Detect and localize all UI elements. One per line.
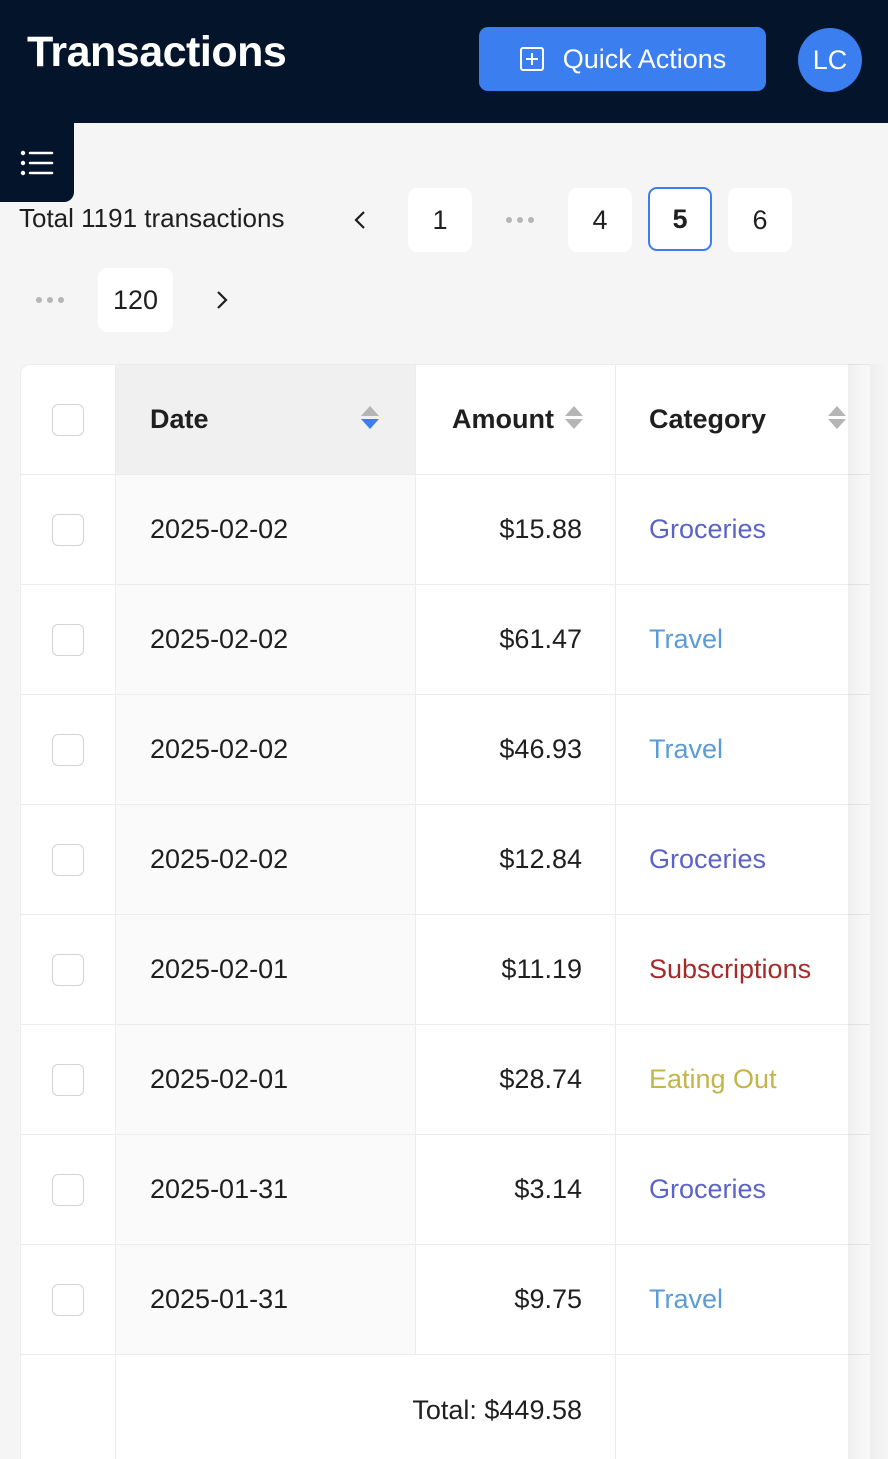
total-count: Total 1191 transactions — [19, 203, 285, 233]
amount-cell: $46.93 — [416, 695, 616, 804]
column-header-label: Date — [150, 404, 209, 434]
date-cell: 2025-02-02 — [116, 585, 416, 694]
table-row[interactable]: 2025-02-02 $46.93 Travel — [21, 695, 870, 805]
sort-icon — [361, 406, 379, 429]
category-cell[interactable]: Groceries — [616, 1135, 870, 1244]
row-checkbox[interactable] — [52, 733, 84, 766]
select-all-cell — [21, 365, 116, 474]
table-row[interactable]: 2025-01-31 $3.14 Groceries — [21, 1135, 870, 1245]
date-cell: 2025-02-02 — [116, 475, 416, 584]
chevron-left-icon — [354, 211, 365, 229]
row-checkbox[interactable] — [52, 1063, 84, 1096]
quick-actions-button[interactable]: Quick Actions — [479, 27, 766, 91]
row-select-cell — [21, 805, 116, 914]
table-header-row: Date Amount Category — [21, 365, 870, 475]
column-header-label: Amount — [452, 404, 554, 434]
date-cell: 2025-02-01 — [116, 915, 416, 1024]
table-footer-row: Total: $449.58 — [21, 1355, 870, 1459]
amount-cell: $61.47 — [416, 585, 616, 694]
category-cell[interactable]: Subscriptions — [616, 915, 870, 1024]
date-cell: 2025-02-02 — [116, 695, 416, 804]
table-row[interactable]: 2025-02-02 $15.88 Groceries — [21, 475, 870, 585]
row-select-cell — [21, 475, 116, 584]
row-select-cell — [21, 1245, 116, 1354]
date-cell: 2025-01-31 — [116, 1245, 416, 1354]
table-row[interactable]: 2025-02-01 $11.19 Subscriptions — [21, 915, 870, 1025]
footer-empty-cell — [21, 1355, 116, 1459]
row-checkbox[interactable] — [52, 1283, 84, 1316]
table-row[interactable]: 2025-01-31 $9.75 Travel — [21, 1245, 870, 1355]
transactions-table: Date Amount Category 2025-02-02 $15.88 Gro… — [20, 364, 870, 1459]
page-title: Transactions — [27, 28, 287, 76]
footer-total: Total: $449.58 — [116, 1355, 616, 1459]
row-checkbox[interactable] — [52, 513, 84, 546]
page-5-button[interactable]: 5 — [648, 187, 712, 251]
ellipsis-icon[interactable] — [30, 268, 70, 332]
ellipsis-icon[interactable] — [500, 188, 540, 252]
chevron-right-icon — [217, 291, 228, 309]
row-checkbox[interactable] — [52, 1173, 84, 1206]
date-cell: 2025-02-01 — [116, 1025, 416, 1134]
plus-square-icon — [519, 47, 544, 71]
table-row[interactable]: 2025-02-01 $28.74 Eating Out — [21, 1025, 870, 1135]
amount-cell: $11.19 — [416, 915, 616, 1024]
amount-cell: $3.14 — [416, 1135, 616, 1244]
table-row[interactable]: 2025-02-02 $61.47 Travel — [21, 585, 870, 695]
select-all-checkbox[interactable] — [52, 403, 84, 436]
page-120-button[interactable]: 120 — [98, 268, 173, 332]
category-cell[interactable]: Travel — [616, 1245, 870, 1354]
category-cell[interactable]: Travel — [616, 695, 870, 804]
amount-cell: $12.84 — [416, 805, 616, 914]
quick-actions-label: Quick Actions — [562, 43, 727, 74]
column-header-category[interactable]: Category — [616, 365, 870, 474]
sort-icon — [565, 406, 583, 429]
category-cell[interactable]: Groceries — [616, 475, 870, 584]
column-header-date[interactable]: Date — [116, 365, 416, 474]
row-checkbox[interactable] — [52, 843, 84, 876]
row-select-cell — [21, 695, 116, 804]
page-1-button[interactable]: 1 — [408, 188, 472, 252]
next-page-button[interactable] — [202, 268, 242, 332]
menu-toggle-button[interactable] — [0, 123, 74, 202]
column-header-amount[interactable]: Amount — [416, 365, 616, 474]
column-header-label: Category — [649, 404, 767, 434]
row-select-cell — [21, 915, 116, 1024]
amount-cell: $15.88 — [416, 475, 616, 584]
row-select-cell — [21, 1135, 116, 1244]
amount-cell: $28.74 — [416, 1025, 616, 1134]
prev-page-button[interactable] — [340, 188, 380, 252]
row-checkbox[interactable] — [52, 953, 84, 986]
row-select-cell — [21, 1025, 116, 1134]
category-cell[interactable]: Travel — [616, 585, 870, 694]
sort-icon — [828, 406, 846, 429]
date-cell: 2025-02-02 — [116, 805, 416, 914]
row-checkbox[interactable] — [52, 623, 84, 656]
table-row[interactable]: 2025-02-02 $12.84 Groceries — [21, 805, 870, 915]
date-cell: 2025-01-31 — [116, 1135, 416, 1244]
avatar[interactable]: LC — [798, 28, 862, 92]
page-4-button[interactable]: 4 — [568, 188, 632, 252]
category-cell[interactable]: Groceries — [616, 805, 870, 914]
amount-cell: $9.75 — [416, 1245, 616, 1354]
page-6-button[interactable]: 6 — [728, 188, 792, 252]
category-cell[interactable]: Eating Out — [616, 1025, 870, 1134]
top-header: Transactions Quick Actions LC — [0, 0, 888, 123]
scroll-shadow — [848, 364, 888, 1459]
list-icon — [20, 150, 54, 175]
row-select-cell — [21, 585, 116, 694]
